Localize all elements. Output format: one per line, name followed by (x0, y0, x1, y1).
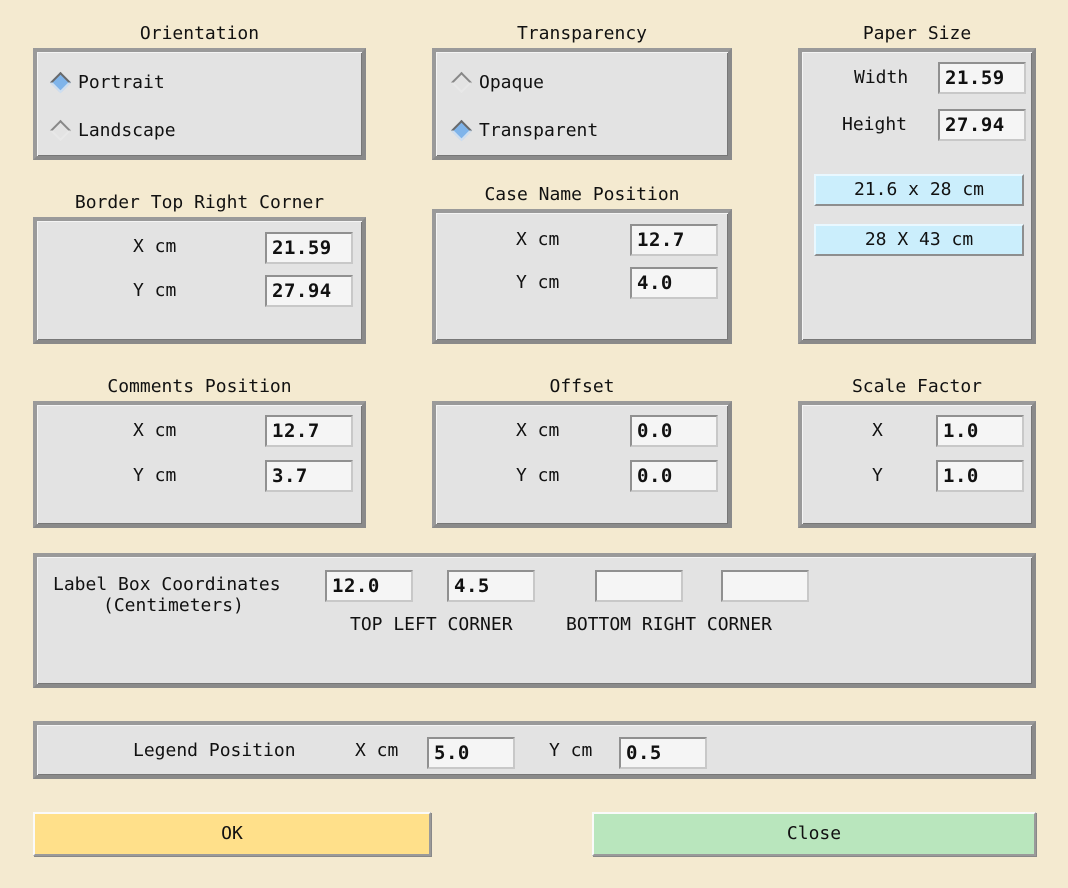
legend-x-field[interactable]: 5.0 (427, 737, 515, 769)
legend-y-field[interactable]: 0.5 (619, 737, 707, 769)
offset-panel: X cm 0.0 Y cm 0.0 (432, 401, 732, 528)
portrait-label: Portrait (78, 71, 165, 93)
case-name-title: Case Name Position (484, 184, 680, 205)
bottom-right-y-field[interactable] (721, 570, 809, 602)
landscape-radio-indicator (49, 119, 72, 141)
offset-title: Offset (549, 376, 615, 397)
offset-x-field[interactable]: 0.0 (630, 415, 718, 447)
legend-y-label: Y cm (549, 740, 593, 761)
case-name-y-label: Y cm (516, 272, 560, 293)
comments-x-label: X cm (133, 420, 177, 441)
bottom-right-caption: BOTTOM RIGHT CORNER (566, 614, 772, 635)
paper-size-title: Paper Size (862, 23, 972, 44)
legend-position-label: Legend Position (133, 740, 296, 761)
preset-tabloid-button[interactable]: 28 X 43 cm (814, 224, 1024, 256)
transparent-radio-indicator (450, 119, 473, 141)
orientation-title: Orientation (139, 23, 260, 44)
scale-y-field[interactable]: 1.0 (936, 460, 1024, 492)
transparency-title: Transparency (516, 23, 648, 44)
offset-y-field[interactable]: 0.0 (630, 460, 718, 492)
landscape-label: Landscape (78, 119, 176, 141)
portrait-radio-indicator (49, 71, 72, 93)
comments-position-panel: X cm 12.7 Y cm 3.7 (33, 401, 366, 528)
border-top-right-title: Border Top Right Corner (74, 192, 325, 213)
scale-x-field[interactable]: 1.0 (936, 415, 1024, 447)
scale-x-label: X (872, 420, 883, 441)
border-x-field[interactable]: 21.59 (265, 232, 353, 264)
scale-factor-title: Scale Factor (851, 376, 983, 397)
landscape-radio[interactable]: Landscape (49, 116, 176, 144)
border-x-label: X cm (133, 236, 177, 257)
legend-x-label: X cm (355, 740, 399, 761)
opaque-label: Opaque (479, 71, 545, 93)
label-box-panel: Label Box Coordinates (Centimeters) 12.0… (33, 553, 1036, 688)
orientation-panel: Portrait Landscape (33, 48, 366, 160)
height-field[interactable]: 27.94 (938, 109, 1026, 141)
top-left-y-field[interactable]: 4.5 (447, 570, 535, 602)
ok-button[interactable]: OK (33, 812, 431, 856)
top-left-x-field[interactable]: 12.0 (325, 570, 413, 602)
bottom-right-x-field[interactable] (595, 570, 683, 602)
transparency-panel: Opaque Transparent (432, 48, 732, 160)
case-name-y-field[interactable]: 4.0 (630, 267, 718, 299)
comments-position-title: Comments Position (107, 376, 292, 397)
width-field[interactable]: 21.59 (938, 62, 1026, 94)
preset-letter-button[interactable]: 21.6 x 28 cm (814, 174, 1024, 206)
border-y-field[interactable]: 27.94 (265, 275, 353, 307)
opaque-radio[interactable]: Opaque (450, 68, 544, 96)
label-box-subtitle: (Centimeters) (103, 595, 244, 616)
case-name-panel: X cm 12.7 Y cm 4.0 (432, 209, 732, 344)
label-box-title: Label Box Coordinates (53, 574, 281, 595)
border-y-label: Y cm (133, 280, 177, 301)
close-button[interactable]: Close (592, 812, 1036, 856)
scale-y-label: Y (872, 465, 883, 486)
offset-x-label: X cm (516, 420, 560, 441)
transparent-label: Transparent (479, 119, 599, 141)
comments-y-field[interactable]: 3.7 (265, 460, 353, 492)
border-top-right-panel: X cm 21.59 Y cm 27.94 (33, 217, 366, 344)
portrait-radio[interactable]: Portrait (49, 68, 165, 96)
scale-factor-panel: X 1.0 Y 1.0 (798, 401, 1036, 528)
width-label: Width (854, 67, 909, 88)
case-name-x-label: X cm (516, 229, 560, 250)
comments-y-label: Y cm (133, 465, 177, 486)
paper-size-panel: Width 21.59 Height 27.94 21.6 x 28 cm 28… (798, 48, 1036, 344)
offset-y-label: Y cm (516, 465, 560, 486)
transparent-radio[interactable]: Transparent (450, 116, 598, 144)
comments-x-field[interactable]: 12.7 (265, 415, 353, 447)
case-name-x-field[interactable]: 12.7 (630, 224, 718, 256)
opaque-radio-indicator (450, 71, 473, 93)
top-left-caption: TOP LEFT CORNER (350, 614, 513, 635)
legend-position-panel: Legend Position X cm 5.0 Y cm 0.5 (33, 721, 1036, 779)
height-label: Height (842, 114, 908, 135)
